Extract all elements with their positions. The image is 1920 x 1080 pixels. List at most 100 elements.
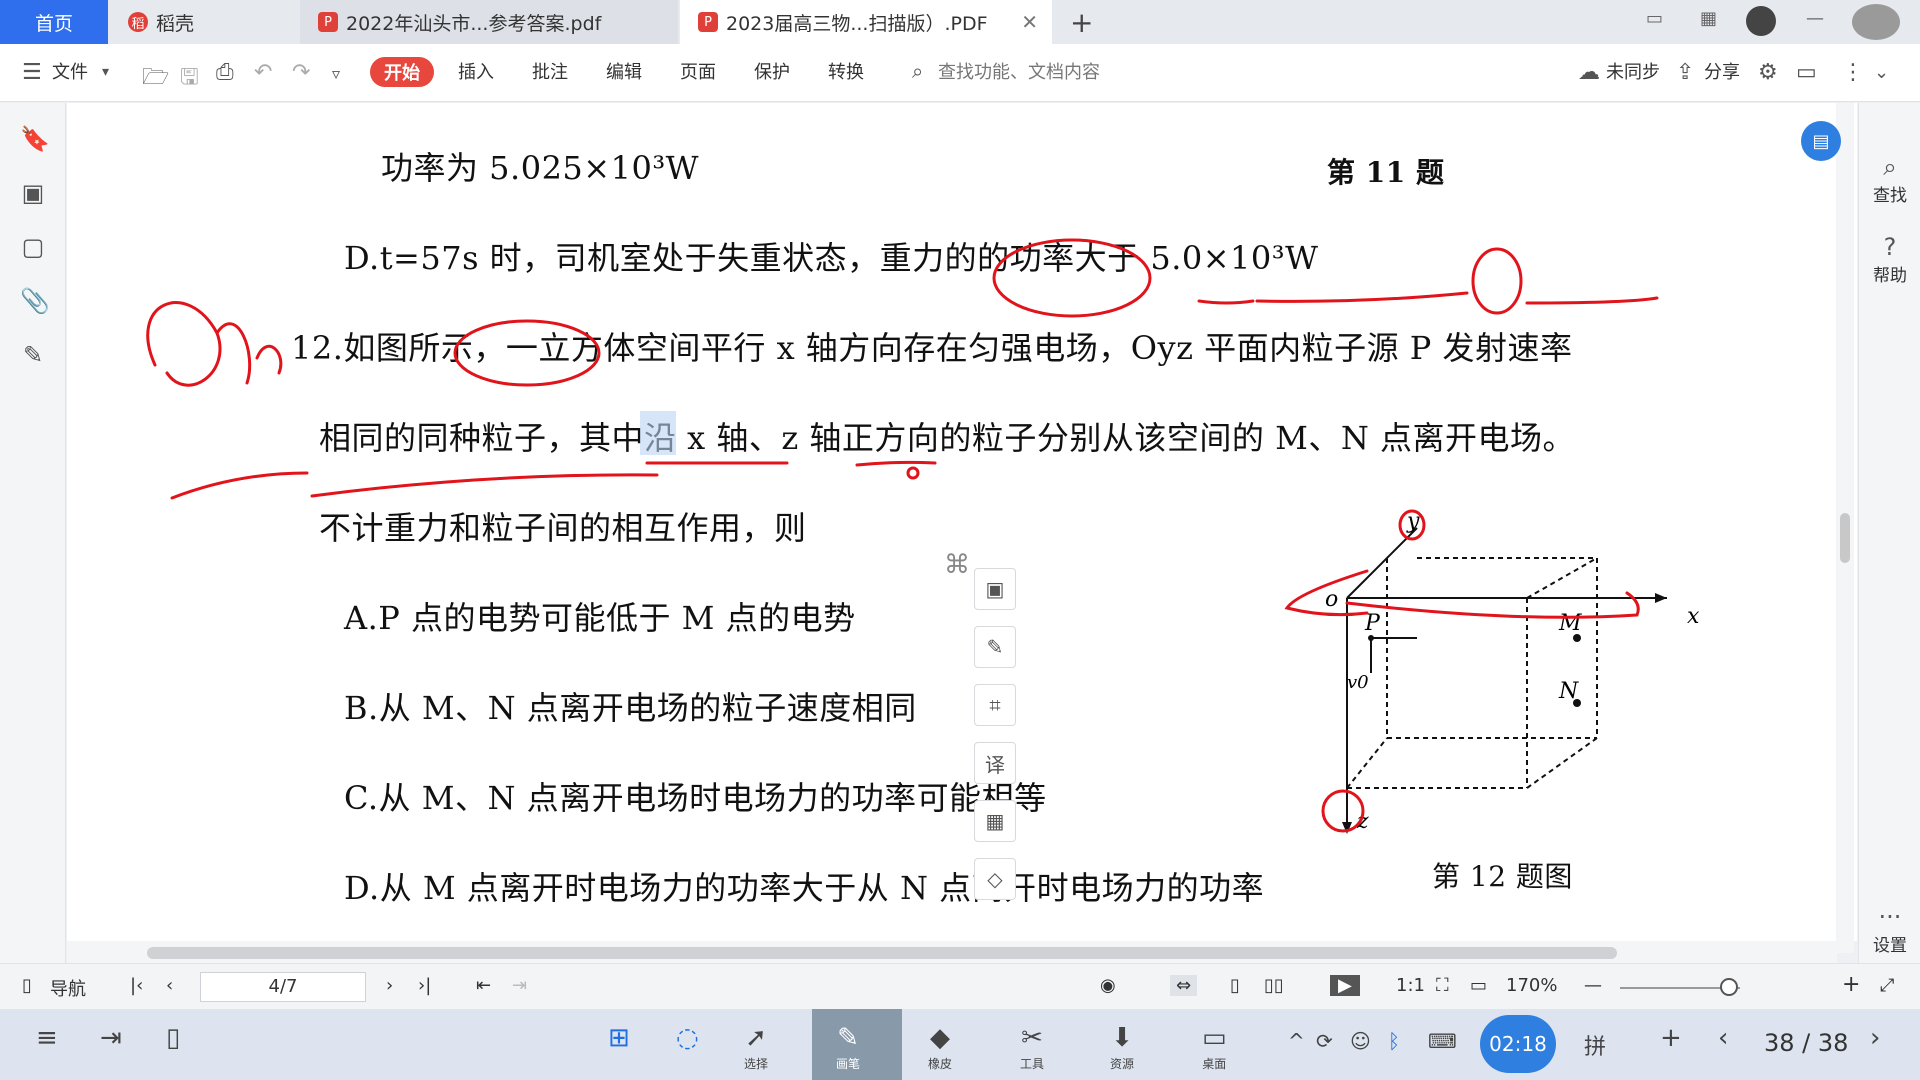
close-icon[interactable]: ✕	[1021, 10, 1038, 34]
find-button[interactable]: ⌕ 查找	[1859, 153, 1920, 206]
image-edit-icon[interactable]: ✎	[974, 626, 1016, 668]
layout-icon[interactable]: ▭	[1646, 8, 1663, 29]
more-icon[interactable]: ▿	[332, 64, 340, 83]
zoom-out-icon[interactable]: —	[1584, 975, 1602, 996]
select-tool[interactable]: ➚ 选择	[744, 1023, 768, 1072]
last-page-icon[interactable]: ›|	[418, 975, 431, 996]
qq-icon[interactable]: ☺	[1350, 1029, 1371, 1053]
cmd-icon[interactable]: ⌘	[944, 550, 970, 580]
sync-icon[interactable]: ⟳	[1316, 1029, 1333, 1053]
tab-annotate[interactable]: 批注	[532, 58, 568, 84]
rotate-icon[interactable]: ▭	[1470, 975, 1487, 996]
fullscreen-icon[interactable]: ⤢	[1880, 975, 1894, 996]
chevron-down-icon[interactable]: ▾	[102, 64, 109, 80]
tab-pdf-2[interactable]: P 2023届高三物...扫描版）.PDF ✕	[680, 0, 1052, 44]
first-page-icon[interactable]: |‹	[130, 975, 143, 996]
tab-docer[interactable]: 稻 稻壳	[110, 0, 298, 44]
vertical-scrollbar[interactable]	[1836, 103, 1854, 953]
next-page-icon[interactable]: ›	[386, 975, 393, 996]
tab-protect[interactable]: 保护	[754, 58, 790, 84]
tab-edit[interactable]: 编辑	[606, 58, 642, 84]
menu-file[interactable]: 文件	[52, 58, 88, 84]
open-folder-icon[interactable]: 🗁	[142, 60, 169, 98]
ime-indicator[interactable]: 拼	[1584, 1029, 1606, 1061]
save-icon[interactable]: 🖫	[180, 60, 199, 98]
eraser-tool[interactable]: ◆ 橡皮	[928, 1023, 952, 1072]
tab-home[interactable]: 首页	[0, 0, 108, 44]
zoom-in-icon[interactable]: +	[1842, 972, 1860, 997]
exit-icon[interactable]: ⇥	[100, 1023, 122, 1053]
vertical-scroll-thumb[interactable]	[1840, 513, 1850, 563]
image-icon[interactable]: ▣	[20, 179, 46, 207]
ink-underline	[855, 460, 937, 467]
pdf-icon: P	[318, 12, 338, 32]
help-button[interactable]: ? 帮助	[1859, 233, 1920, 286]
minimize-icon[interactable]: —	[1806, 8, 1824, 29]
menu-icon[interactable]: ≡	[36, 1023, 58, 1053]
image-icon[interactable]: ▣	[974, 568, 1016, 610]
tab-start[interactable]: 开始	[370, 57, 434, 87]
new-tab-button[interactable]: +	[1070, 6, 1093, 39]
search-input[interactable]: 查找功能、文档内容	[938, 58, 1100, 84]
settings-button[interactable]: ··· 设置	[1859, 903, 1920, 956]
crop-icon[interactable]: ⌗	[974, 684, 1016, 726]
forward-icon[interactable]: ⇥	[512, 975, 527, 996]
actual-size-icon[interactable]: 1:1	[1396, 975, 1425, 996]
translate-image-icon[interactable]: 译	[974, 742, 1016, 784]
status-bar: ▯ 导航 |‹ ‹ 4/7 › ›| ⇤ ⇥ ◉ ⇔ ▯ ▯▯ ▶ 1:1 ⛶ …	[0, 963, 1920, 1009]
sign-icon[interactable]: ✎	[20, 341, 46, 369]
tab-pdf-1[interactable]: P 2022年汕头市...参考答案.pdf	[300, 0, 678, 44]
back-icon[interactable]: ⇤	[476, 975, 491, 996]
zoom-level[interactable]: 170%	[1506, 975, 1557, 996]
share-button[interactable]: 分享	[1704, 58, 1740, 84]
zoom-slider-handle[interactable]	[1720, 978, 1738, 996]
avatar[interactable]	[1746, 6, 1776, 36]
assistant-icon[interactable]: ▤	[1801, 121, 1841, 161]
bluetooth-icon[interactable]: ᛒ	[1388, 1029, 1400, 1053]
search-icon[interactable]: ◌	[676, 1023, 699, 1053]
menu-icon[interactable]: ☰	[22, 60, 42, 85]
bookmark-icon[interactable]: 🔖	[20, 125, 50, 153]
pen-tool[interactable]: ✎ 画笔	[836, 1023, 860, 1072]
table-extract-icon[interactable]: ▦	[974, 800, 1016, 842]
sync-status[interactable]: 未同步	[1606, 58, 1660, 84]
eraser-icon[interactable]: ◇	[974, 858, 1016, 900]
eye-icon[interactable]: ◉	[1100, 975, 1116, 996]
gear-icon[interactable]: ⚙	[1758, 60, 1778, 85]
more-options-icon[interactable]: ⋮	[1842, 60, 1864, 85]
prev-page-icon[interactable]: ‹	[166, 975, 173, 996]
next-slide-icon[interactable]: ›	[1870, 1023, 1880, 1053]
fit-page-icon[interactable]: ⛶	[1436, 975, 1449, 996]
tab-page[interactable]: 页面	[680, 58, 716, 84]
nav-button[interactable]: 导航	[50, 975, 86, 1001]
timer-badge[interactable]: 02:18	[1480, 1015, 1556, 1073]
tools-button[interactable]: ✂ 工具	[1020, 1023, 1044, 1072]
tablet-icon[interactable]: ▯	[166, 1023, 180, 1053]
undo-icon[interactable]: ↶	[254, 60, 272, 85]
redo-icon[interactable]: ↷	[292, 60, 310, 85]
horizontal-scroll-thumb[interactable]	[147, 947, 1617, 959]
windows-start-icon[interactable]: ⊞	[608, 1023, 630, 1053]
resources-button[interactable]: ⬇ 资源	[1110, 1023, 1134, 1072]
horizontal-scrollbar[interactable]	[67, 941, 1837, 963]
single-page-icon[interactable]: ▯	[1230, 975, 1240, 996]
tray-chevron-icon[interactable]: ^	[1288, 1029, 1305, 1053]
sidebar-toggle-icon[interactable]: ▯	[22, 975, 32, 996]
desktop-button[interactable]: ▭ 桌面	[1202, 1023, 1227, 1072]
grid-icon[interactable]: ▦	[1700, 8, 1717, 29]
page-number-input[interactable]: 4/7	[200, 972, 366, 1002]
add-page-icon[interactable]: +	[1660, 1023, 1682, 1053]
prev-slide-icon[interactable]: ‹	[1718, 1023, 1728, 1053]
attachment-icon[interactable]: 📎	[20, 287, 50, 315]
collapse-icon[interactable]: ⌄	[1874, 62, 1889, 83]
comment-icon[interactable]: ▢	[20, 233, 46, 261]
floating-ball[interactable]	[1852, 4, 1900, 40]
tab-convert[interactable]: 转换	[828, 58, 864, 84]
print-icon[interactable]: ⎙	[216, 60, 234, 85]
double-page-icon[interactable]: ▯▯	[1264, 975, 1284, 996]
play-icon[interactable]: ▶	[1330, 975, 1360, 996]
fit-width-icon[interactable]: ⇔	[1170, 975, 1198, 996]
comment-icon[interactable]: ▭	[1796, 60, 1817, 85]
keyboard-icon[interactable]: ⌨	[1428, 1029, 1457, 1053]
tab-insert[interactable]: 插入	[458, 58, 494, 84]
